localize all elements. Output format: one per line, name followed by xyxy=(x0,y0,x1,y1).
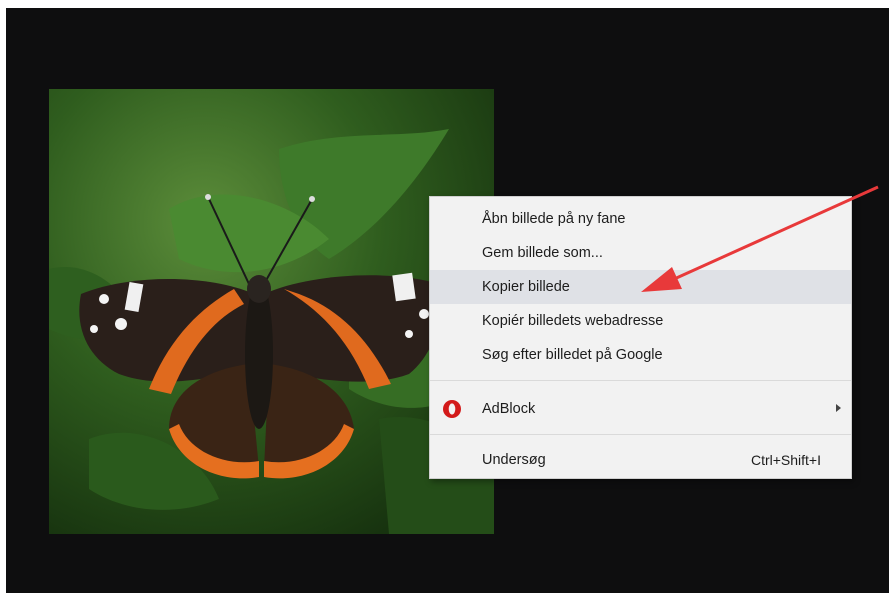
red-annotation-arrow xyxy=(641,185,879,292)
